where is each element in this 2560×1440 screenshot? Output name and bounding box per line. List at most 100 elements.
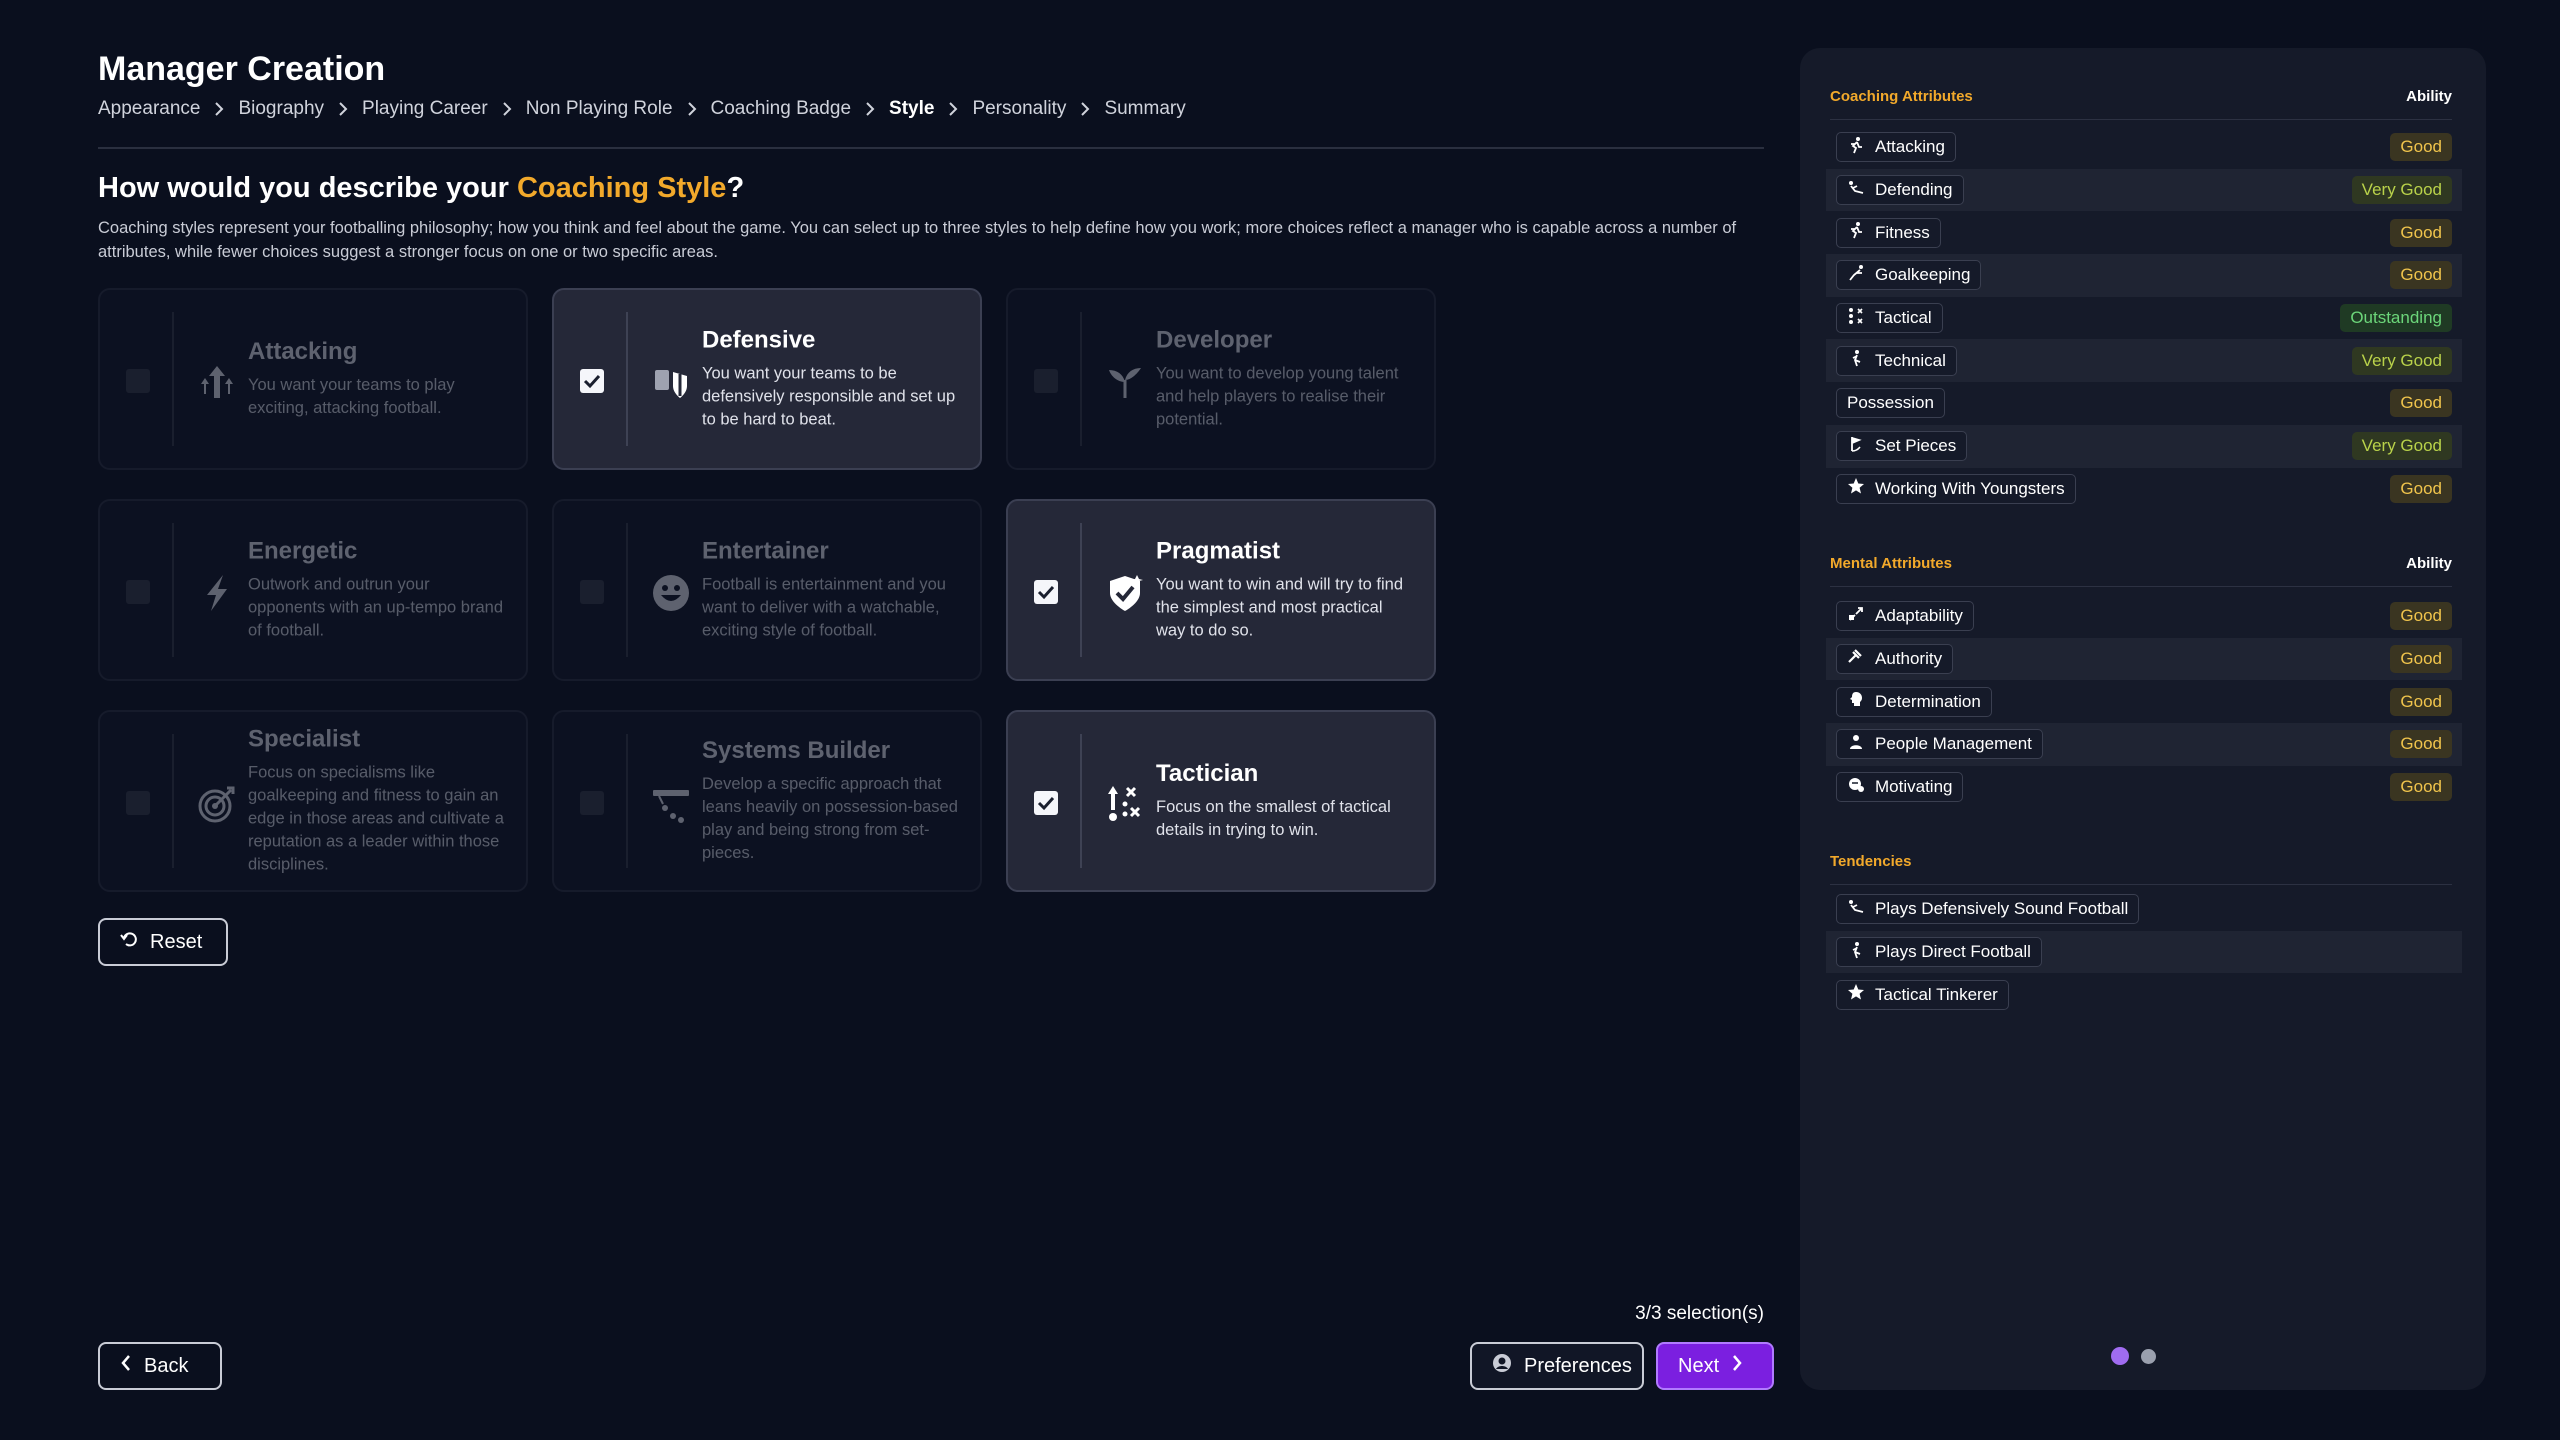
attribute-pill[interactable]: Authority — [1836, 644, 1954, 675]
style-card-developer[interactable]: Developer You want to develop young talen… — [1006, 288, 1436, 470]
chevron-right-icon — [214, 101, 224, 117]
attribute-pill[interactable]: Tactical — [1836, 303, 1943, 334]
ability-badge: Good — [2390, 218, 2452, 247]
checkbox[interactable] — [1034, 580, 1058, 604]
tendency-pill[interactable]: Plays Direct Football — [1836, 937, 2042, 968]
attribute-row: Authority Good — [1826, 637, 2462, 681]
style-card-defensive[interactable]: Defensive You want your teams to be defen… — [552, 288, 982, 470]
ability-badge: Outstanding — [2340, 304, 2452, 333]
ability-badge: Very Good — [2351, 346, 2452, 375]
header-divider — [98, 147, 1764, 149]
crumb-biography[interactable]: Biography — [238, 98, 324, 120]
attribute-pill[interactable]: Defending — [1836, 175, 1964, 206]
attribute-name: Tactical — [1875, 308, 1932, 328]
next-button[interactable]: Next — [1656, 1342, 1774, 1390]
attribute-name: Possession — [1847, 393, 1934, 413]
chevron-right-icon — [502, 101, 512, 117]
attribute-name: Authority — [1875, 649, 1943, 669]
tendency-pill[interactable]: Plays Defensively Sound Football — [1836, 894, 2140, 925]
attribute-row: Technical Very Good — [1826, 339, 2462, 383]
crumb-non-playing-role[interactable]: Non Playing Role — [526, 98, 673, 120]
attribute-row: Attacking Good — [1826, 126, 2462, 169]
style-card-tactician[interactable]: Tactician Focus on the smallest of tactic… — [1006, 710, 1436, 892]
card-divider — [1080, 523, 1082, 657]
system-icon — [650, 783, 692, 825]
ability-badge: Good — [2390, 730, 2452, 759]
chevron-left-icon — [120, 1354, 132, 1378]
tactics-icon — [1847, 307, 1865, 330]
next-label: Next — [1678, 1354, 1720, 1377]
ability-badge: Good — [2390, 261, 2452, 290]
crumb-personality[interactable]: Personality — [972, 98, 1066, 120]
style-card-entertainer[interactable]: Entertainer Football is entertainment and… — [552, 499, 982, 681]
attribute-pill[interactable]: People Management — [1836, 729, 2043, 760]
checkbox[interactable] — [126, 369, 150, 393]
checkbox[interactable] — [126, 791, 150, 815]
attribute-pill[interactable]: Adaptability — [1836, 601, 1974, 632]
style-desc: Focus on the smallest of tactical detail… — [1156, 798, 1391, 839]
crumb-appearance[interactable]: Appearance — [98, 98, 200, 120]
coaching-attributes-header: Coaching Attributes Ability — [1830, 88, 2452, 120]
section-title: Mental Attributes — [1830, 555, 1952, 572]
tendencies-header: Tendencies — [1830, 853, 2452, 885]
style-card-pragmatist[interactable]: Pragmatist You want to win and will try t… — [1006, 499, 1436, 681]
card-divider — [626, 312, 628, 446]
attribute-pill[interactable]: Set Pieces — [1836, 431, 1968, 462]
style-title: Specialist — [248, 725, 361, 753]
checkbox[interactable] — [1034, 369, 1058, 393]
style-desc: You want your teams to be defensively re… — [702, 364, 956, 429]
checkbox[interactable] — [1034, 791, 1058, 815]
attribute-pill[interactable]: Working With Youngsters — [1836, 473, 2076, 504]
chevron-right-icon — [1731, 1354, 1743, 1378]
reset-button[interactable]: Reset — [98, 918, 228, 966]
page-dot[interactable] — [2141, 1348, 2156, 1364]
style-card-systems-builder[interactable]: Systems Builder Develop a specific approa… — [552, 710, 982, 892]
reset-label: Reset — [150, 930, 203, 953]
chevron-right-icon — [338, 101, 348, 117]
ability-badge: Very Good — [2351, 176, 2452, 205]
crumb-coaching-badge[interactable]: Coaching Badge — [711, 98, 852, 120]
preferences-button[interactable]: Preferences — [1470, 1342, 1644, 1390]
page-dot-active[interactable] — [2111, 1347, 2129, 1365]
attribute-pill[interactable]: Technical — [1836, 345, 1957, 376]
tendency-pill[interactable]: Tactical Tinkerer — [1836, 979, 2009, 1010]
style-card-attacking[interactable]: Attacking You want your teams to play exc… — [98, 288, 528, 470]
corner-flag-icon — [1847, 435, 1865, 458]
style-card-specialist[interactable]: Specialist Focus on specialisms like goal… — [98, 710, 528, 892]
crumb-summary[interactable]: Summary — [1104, 98, 1185, 120]
style-desc: You want to win and will try to find the… — [1156, 575, 1404, 640]
checkbox[interactable] — [580, 791, 604, 815]
checkbox[interactable] — [580, 369, 604, 393]
crumb-style[interactable]: Style — [889, 98, 934, 120]
checkbox[interactable] — [580, 580, 604, 604]
gavel-icon — [1847, 648, 1865, 671]
ability-badge: Good — [2390, 602, 2452, 631]
attribute-pill[interactable]: Motivating — [1836, 772, 1964, 803]
attribute-name: Working With Youngsters — [1875, 478, 2065, 498]
attribute-row: Set Pieces Very Good — [1826, 424, 2462, 468]
back-button[interactable]: Back — [98, 1342, 222, 1390]
card-divider — [1080, 312, 1082, 446]
attribute-pill[interactable]: Fitness — [1836, 217, 1941, 248]
attribute-row: Tactical Outstanding — [1826, 297, 2462, 340]
upward-arrows-icon — [196, 361, 238, 403]
attribute-pill[interactable]: Attacking — [1836, 132, 1956, 163]
attribute-pill[interactable]: Goalkeeping — [1836, 260, 1982, 291]
attribute-pill[interactable]: Determination — [1836, 686, 1992, 717]
attribute-pill[interactable]: Possession — [1836, 388, 1945, 419]
coaching-attributes-list: Attacking Good Defending Very Good Fitness… — [1826, 126, 2462, 510]
attributes-panel: Coaching Attributes Ability Attacking Goo… — [1800, 48, 2486, 1390]
style-grid: Attacking You want your teams to play exc… — [98, 288, 1436, 892]
style-card-energetic[interactable]: Energetic Outwork and outrun your opponen… — [98, 499, 528, 681]
checkbox[interactable] — [126, 580, 150, 604]
card-divider — [626, 523, 628, 657]
style-desc: Develop a specific approach that leans h… — [702, 775, 958, 862]
user-circle-icon — [1492, 1353, 1512, 1379]
crumb-playing-career[interactable]: Playing Career — [362, 98, 488, 120]
attribute-row: Goalkeeping Good — [1826, 254, 2462, 297]
tendency-name: Plays Direct Football — [1875, 942, 2031, 962]
attribute-row: Fitness Good — [1826, 211, 2462, 254]
lightning-icon — [196, 572, 238, 614]
style-title: Systems Builder — [702, 737, 891, 764]
style-title: Developer — [1156, 326, 1273, 354]
